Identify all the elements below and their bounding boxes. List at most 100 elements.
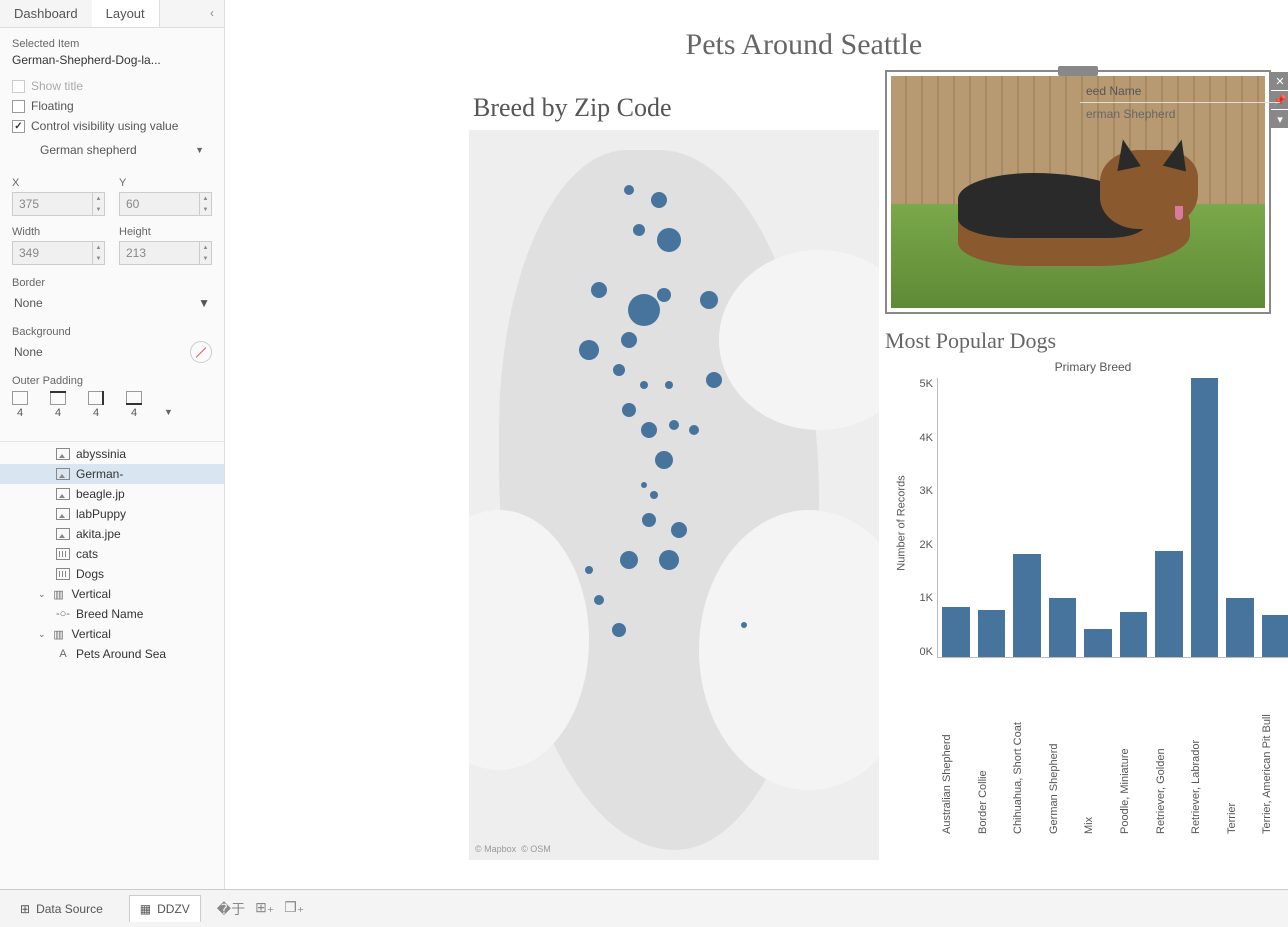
- bar-chart[interactable]: Primary Breed Number of Records 5K4K3K2K…: [893, 360, 1288, 860]
- pad-bottom[interactable]: 4: [126, 391, 142, 419]
- map-bubble[interactable]: [706, 372, 722, 388]
- w-spin-down[interactable]: ▼: [93, 253, 104, 264]
- map-bubble[interactable]: [621, 332, 637, 348]
- chart-bar[interactable]: [1191, 378, 1219, 657]
- x-input[interactable]: ▲▼: [12, 192, 105, 216]
- map-bubble[interactable]: [642, 513, 656, 527]
- map-view[interactable]: © Mapbox © OSM: [469, 130, 879, 860]
- breed-name-filter[interactable]: eed Name erman Shepherd: [1080, 80, 1280, 125]
- filter-icon: -○-: [56, 607, 70, 621]
- expand-icon[interactable]: ⌄: [38, 589, 46, 600]
- y-spin-up[interactable]: ▲: [200, 193, 211, 204]
- sheet-tab-ddzv[interactable]: ▦ DDZV: [129, 895, 201, 922]
- tree-item[interactable]: labPuppy: [0, 504, 224, 524]
- tree-item[interactable]: abyssinia: [0, 444, 224, 464]
- tree-title-text[interactable]: APets Around Sea: [0, 644, 224, 664]
- tree-breed-name[interactable]: -○- Breed Name: [0, 604, 224, 624]
- pad-more-icon[interactable]: ▼: [164, 407, 173, 419]
- dashboard-canvas[interactable]: Pets Around Seattle Breed by Zip Code © …: [225, 0, 1288, 889]
- x-spin-down[interactable]: ▼: [93, 204, 104, 215]
- map-bubble[interactable]: [671, 522, 687, 538]
- map-bubble[interactable]: [633, 224, 645, 236]
- pad-top[interactable]: 4: [50, 391, 66, 419]
- map-bubble[interactable]: [612, 623, 626, 637]
- tree-item[interactable]: cats: [0, 544, 224, 564]
- map-bubble[interactable]: [624, 185, 634, 195]
- map-bubble[interactable]: [669, 420, 679, 430]
- y-spin-down[interactable]: ▼: [200, 204, 211, 215]
- tree-item-label: Vertical: [72, 587, 111, 601]
- no-color-icon[interactable]: [190, 341, 212, 363]
- filter-value[interactable]: erman Shepherd: [1080, 103, 1280, 125]
- expand-icon[interactable]: ⌄: [38, 629, 46, 640]
- map-bubble[interactable]: [622, 403, 636, 417]
- tree-item[interactable]: German-: [0, 464, 224, 484]
- tree-item[interactable]: beagle.jp: [0, 484, 224, 504]
- map-bubble[interactable]: [641, 422, 657, 438]
- item-hierarchy-tree: abyssiniaGerman-beagle.jplabPuppyakita.j…: [0, 441, 224, 670]
- w-spin-up[interactable]: ▲: [93, 242, 104, 253]
- map-bubble[interactable]: [741, 622, 747, 628]
- tree-item[interactable]: Dogs: [0, 564, 224, 584]
- map-bubble[interactable]: [628, 294, 660, 326]
- drag-handle-icon[interactable]: [1058, 66, 1098, 76]
- chart-bar[interactable]: [978, 610, 1006, 657]
- chart-bar[interactable]: [1155, 551, 1183, 657]
- h-spin-up[interactable]: ▲: [200, 242, 211, 253]
- y-input[interactable]: ▲▼: [119, 192, 212, 216]
- map-bubble[interactable]: [641, 482, 647, 488]
- y-axis-ticks: 5K4K3K2K1K0K: [911, 378, 937, 658]
- x-axis-label: Terrier, American Pit Bull: [1261, 674, 1288, 834]
- chart-bar[interactable]: [1049, 598, 1077, 657]
- new-story-icon[interactable]: ❒₊: [284, 899, 304, 919]
- chart-bar[interactable]: [1084, 629, 1112, 657]
- tree-vertical-container-2[interactable]: ⌄▥Vertical: [0, 624, 224, 644]
- chart-bar[interactable]: [1013, 554, 1041, 657]
- map-bubble[interactable]: [657, 288, 671, 302]
- tab-layout[interactable]: Layout: [92, 0, 160, 27]
- h-spin-down[interactable]: ▼: [200, 253, 211, 264]
- pad-right[interactable]: 4: [88, 391, 104, 419]
- collapse-sidebar-icon[interactable]: ‹: [200, 0, 224, 27]
- map-bubble[interactable]: [579, 340, 599, 360]
- data-source-tab[interactable]: ⊞ Data Source: [10, 896, 113, 922]
- map-bubble[interactable]: [659, 550, 679, 570]
- chart-bar[interactable]: [1226, 598, 1254, 657]
- control-visibility-checkbox[interactable]: Control visibility using value: [12, 119, 212, 133]
- map-bubble[interactable]: [591, 282, 607, 298]
- map-bubble[interactable]: [651, 192, 667, 208]
- chart-bar[interactable]: [1120, 612, 1148, 657]
- tree-vertical-container[interactable]: ⌄▥Vertical: [0, 584, 224, 604]
- tree-item-label: Breed Name: [76, 607, 143, 621]
- x-spin-up[interactable]: ▲: [93, 193, 104, 204]
- map-bubble[interactable]: [700, 291, 718, 309]
- background-dropdown[interactable]: None: [12, 341, 190, 363]
- new-worksheet-icon[interactable]: �于: [217, 899, 245, 919]
- map-bubble[interactable]: [655, 451, 673, 469]
- width-input[interactable]: ▲▼: [12, 241, 105, 265]
- floating-checkbox[interactable]: Floating: [12, 99, 212, 113]
- pad-left[interactable]: 4: [12, 391, 28, 419]
- text-icon: A: [56, 647, 70, 661]
- height-input[interactable]: ▲▼: [119, 241, 212, 265]
- map-bubble[interactable]: [594, 595, 604, 605]
- new-dashboard-icon[interactable]: ⊞₊: [255, 899, 274, 919]
- map-bubble[interactable]: [585, 566, 593, 574]
- border-dropdown[interactable]: None▼: [12, 292, 212, 314]
- map-bubble[interactable]: [689, 425, 699, 435]
- tree-item[interactable]: akita.jpe: [0, 524, 224, 544]
- control-visibility-dropdown[interactable]: German shepherd▼: [32, 139, 212, 161]
- x-axis-label: German Shepherd: [1048, 674, 1076, 834]
- tab-dashboard[interactable]: Dashboard: [0, 0, 92, 27]
- chart-bar[interactable]: [942, 607, 970, 657]
- map-bubble[interactable]: [650, 491, 658, 499]
- map-bubble[interactable]: [620, 551, 638, 569]
- show-title-checkbox: Show title: [12, 79, 212, 93]
- chart-bar[interactable]: [1262, 615, 1288, 657]
- map-bubble[interactable]: [640, 381, 648, 389]
- map-bubble[interactable]: [657, 228, 681, 252]
- dashboard-title: Pets Around Seattle: [686, 28, 923, 62]
- map-bubble[interactable]: [613, 364, 625, 376]
- chart-subtitle: Primary Breed: [893, 360, 1288, 374]
- map-bubble[interactable]: [665, 381, 673, 389]
